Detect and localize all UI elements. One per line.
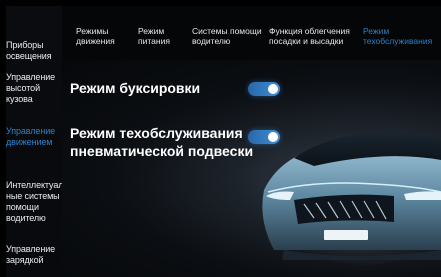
tab-label: Режим питания (138, 26, 170, 46)
sidebar-item-label: Управление движением (6, 126, 56, 147)
tab-driver-assist[interactable]: Системы помощи водителю (192, 26, 270, 46)
vehicle-settings-screen: Приборы освещения Управление высотой куз… (0, 0, 441, 277)
tab-label: Режимы движения (76, 26, 115, 46)
sidebar-item-label: Приборы освещения (6, 40, 52, 61)
screen-bezel (0, 0, 6, 277)
sidebar-item-body-height[interactable]: Управление высотой кузова (6, 72, 66, 105)
toggle-knob (268, 132, 278, 142)
sidebar-item-driving-control[interactable]: Управление движением (6, 126, 66, 148)
tab-label: Функция облегчения посадки и высадки (269, 26, 350, 46)
sidebar-item-lighting[interactable]: Приборы освещения (6, 40, 66, 62)
sidebar-item-charging[interactable]: Управление зарядкой (6, 244, 66, 266)
tab-label: Режим техобслуживания (363, 26, 433, 46)
tab-easy-entry[interactable]: Функция облегчения посадки и высадки (269, 26, 361, 46)
settings-panel: Режим буксировки Режим техобслуживания п… (62, 60, 441, 277)
sidebar-item-label: Управление высотой кузова (6, 72, 56, 104)
sidebar-item-driver-assist[interactable]: Интеллектуаль-ные системы помощи водител… (6, 180, 71, 224)
screen-bezel (0, 0, 441, 6)
air-suspension-maintenance-label: Режим техобслуживания пневматической под… (70, 125, 254, 159)
air-suspension-maintenance-toggle[interactable] (248, 130, 280, 144)
towing-mode-label: Режим буксировки (70, 80, 201, 96)
tab-label: Системы помощи водителю (192, 26, 262, 46)
toggle-knob (268, 84, 278, 94)
sidebar-item-label: Управление зарядкой (6, 244, 56, 265)
sidebar: Приборы освещения Управление высотой куз… (0, 0, 71, 277)
tab-driving-modes[interactable]: Режимы движения (76, 26, 124, 46)
tab-bar: Режимы движения Режим питания Системы по… (62, 0, 441, 60)
car-image (262, 125, 441, 265)
tab-power-mode[interactable]: Режим питания (138, 26, 178, 46)
towing-mode-toggle[interactable] (248, 82, 280, 96)
tab-maintenance-mode[interactable]: Режим техобслуживания (363, 26, 441, 46)
